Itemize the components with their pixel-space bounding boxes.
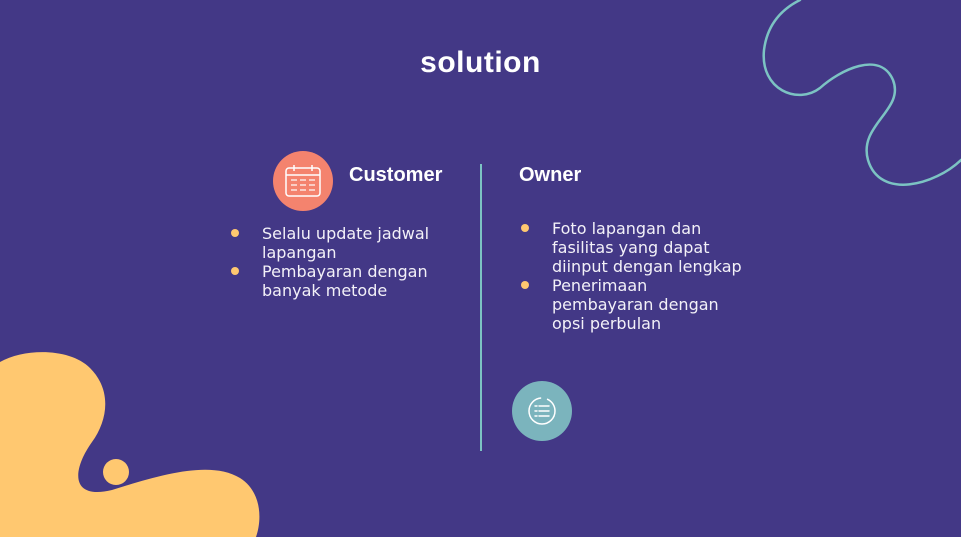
yellow-dot-decoration <box>103 459 129 485</box>
customer-icon-badge <box>273 151 333 211</box>
list-item: Penerimaan pembayaran dengan opsi perbul… <box>521 276 742 333</box>
column-divider <box>480 164 482 451</box>
owner-heading: Owner <box>519 164 582 186</box>
bullet-icon <box>521 281 529 289</box>
bullet-icon <box>521 224 529 232</box>
calendar-icon <box>285 165 321 197</box>
squiggle-decoration <box>762 0 961 186</box>
list-item: Selalu update jadwal lapangan <box>231 224 462 262</box>
owner-list: Foto lapangan dan fasilitas yang dapat d… <box>521 219 742 333</box>
list-item: Pembayaran dengan banyak metode <box>231 262 462 300</box>
bullet-icon <box>231 229 239 237</box>
customer-list: Selalu update jadwal lapangan Pembayaran… <box>231 224 462 300</box>
bullet-icon <box>231 267 239 275</box>
slide: solution Customer Selalu update jadwal l… <box>0 0 961 537</box>
list-item: Foto lapangan dan fasilitas yang dapat d… <box>521 219 742 276</box>
owner-icon-badge <box>512 381 572 441</box>
page-title: solution <box>420 46 541 79</box>
checklist-icon <box>528 397 556 425</box>
yellow-blob-decoration <box>0 352 260 537</box>
customer-heading: Customer <box>349 164 443 186</box>
